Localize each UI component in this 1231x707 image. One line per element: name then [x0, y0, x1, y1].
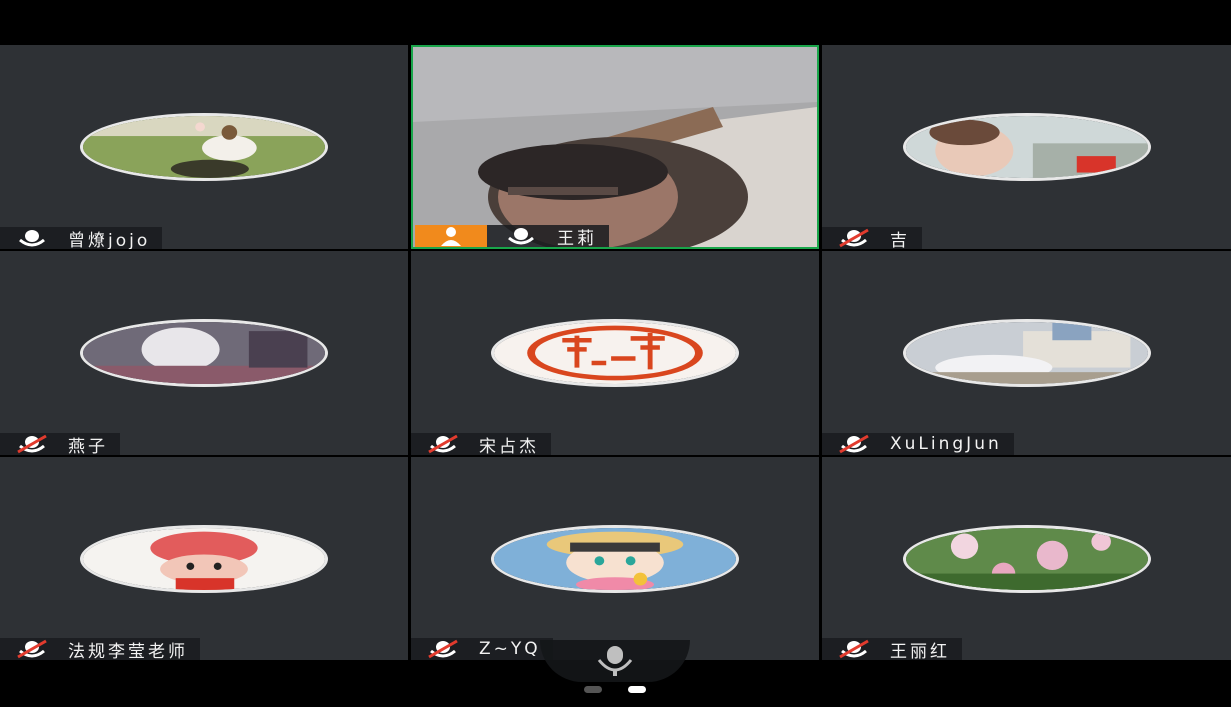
mic-muted-icon[interactable]: [836, 228, 872, 248]
participant-name: 法规李莹老师: [68, 641, 188, 661]
name-plate: XuLingJun: [822, 433, 1014, 455]
participant-tile-2-active-speaker[interactable]: 王莉: [411, 45, 819, 249]
participant-name: 曾燎jojo: [68, 230, 151, 250]
host-badge: [415, 225, 487, 247]
participant-tile-1[interactable]: 曾燎jojo: [0, 45, 408, 249]
participant-name: 宋占杰: [479, 436, 539, 456]
avatar: [902, 113, 1151, 181]
mic-muted-icon[interactable]: [836, 639, 872, 659]
participant-name: XuLingJun: [890, 434, 1002, 454]
avatar: [80, 319, 328, 387]
participant-tile-4[interactable]: 燕子: [0, 251, 408, 455]
mic-icon[interactable]: [503, 226, 539, 246]
participant-tile-6[interactable]: XuLingJun: [822, 251, 1231, 455]
name-plate: 法规李莹老师: [0, 638, 200, 660]
name-plate: 燕子: [0, 433, 120, 455]
name-plate: 吉: [822, 227, 922, 249]
participant-name: 王莉: [557, 228, 597, 249]
avatar: [80, 524, 328, 593]
participant-tile-8[interactable]: Z~YQ: [411, 457, 819, 660]
name-plate: Z~YQ: [411, 638, 553, 660]
participant-name: 燕子: [68, 436, 108, 456]
participant-tile-9[interactable]: 王丽红: [822, 457, 1231, 660]
top-bar: [0, 0, 1231, 45]
participant-grid: 曾燎jojo 王莉 吉 燕子 宋占杰 XuLingJun 法规李莹老师 Z~YQ…: [0, 45, 1231, 660]
name-plate: 曾燎jojo: [0, 227, 163, 250]
mic-muted-icon[interactable]: [836, 434, 872, 454]
avatar: [902, 319, 1151, 387]
microphone-icon: [597, 646, 633, 676]
mic-muted-icon[interactable]: [425, 639, 461, 659]
mute-toggle-button[interactable]: [540, 640, 690, 682]
video-feed: [413, 47, 817, 247]
avatar: [902, 524, 1151, 593]
host-person-icon: [441, 227, 461, 246]
name-plate: 王丽红: [822, 638, 962, 660]
page-indicator-dot-2-active[interactable]: [628, 686, 646, 693]
mic-icon[interactable]: [14, 228, 50, 248]
avatar: [80, 113, 328, 181]
name-plate: 宋占杰: [411, 433, 551, 455]
avatar: [491, 524, 739, 593]
mic-muted-icon[interactable]: [14, 639, 50, 659]
participant-tile-3[interactable]: 吉: [822, 45, 1231, 249]
participant-tile-7[interactable]: 法规李莹老师: [0, 457, 408, 660]
page-indicator-dot-1[interactable]: [584, 686, 602, 693]
participant-name: 王丽红: [890, 641, 950, 661]
participant-name: 吉: [890, 230, 910, 250]
name-plate: 王莉: [487, 225, 609, 247]
participant-name: Z~YQ: [479, 639, 541, 659]
mic-muted-icon[interactable]: [425, 434, 461, 454]
participant-tile-5[interactable]: 宋占杰: [411, 251, 819, 455]
mic-muted-icon[interactable]: [14, 434, 50, 454]
avatar-seal-image: [491, 319, 739, 387]
